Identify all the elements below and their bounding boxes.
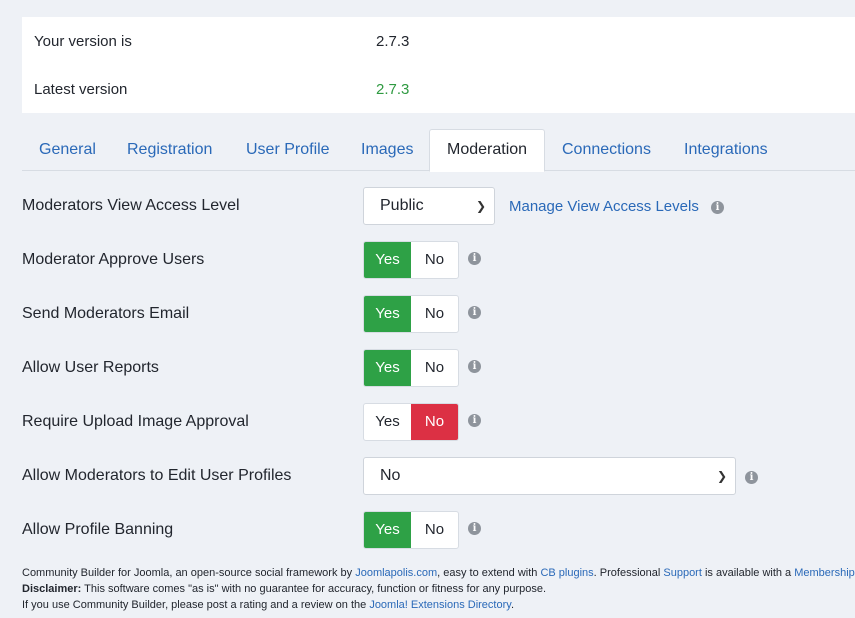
image-approval-yes[interactable]: Yes — [364, 404, 411, 440]
chevron-down-icon: ❯ — [475, 199, 486, 213]
manage-view-access-levels-link[interactable]: Manage View Access Levels — [509, 198, 699, 215]
latest-version-label: Latest version — [34, 81, 128, 98]
jed-link[interactable]: Joomla! Extensions Directory — [369, 599, 511, 611]
row-send-email: Send Moderators Email Yes No i — [22, 295, 852, 333]
footer-text: . Professional — [593, 567, 664, 579]
send-email-label: Send Moderators Email — [22, 305, 190, 322]
info-icon[interactable]: i — [468, 360, 481, 373]
approve-users-toggle: Yes No — [363, 241, 459, 279]
info-icon[interactable]: i — [468, 522, 481, 535]
info-icon[interactable]: i — [745, 471, 758, 484]
tab-user-profile[interactable]: User Profile — [229, 129, 347, 171]
approve-users-yes[interactable]: Yes — [364, 242, 411, 278]
profile-banning-yes[interactable]: Yes — [364, 512, 411, 548]
user-reports-label: Allow User Reports — [22, 359, 159, 376]
view-access-level-value: Public — [380, 197, 424, 214]
row-approve-users: Moderator Approve Users Yes No i — [22, 241, 852, 279]
image-approval-toggle: Yes No — [363, 403, 459, 441]
view-access-level-select-wrap: Public ❯ — [363, 187, 495, 225]
edit-profiles-label: Allow Moderators to Edit User Profiles — [22, 467, 292, 484]
footer-text: Community Builder for Joomla, an open-so… — [22, 567, 356, 579]
image-approval-label: Require Upload Image Approval — [22, 413, 249, 430]
row-profile-banning: Allow Profile Banning Yes No i — [22, 511, 852, 549]
row-view-access-level: Moderators View Access Level Public ❯ Ma… — [22, 187, 852, 225]
info-icon[interactable]: i — [468, 306, 481, 319]
footer: Community Builder for Joomla, an open-so… — [22, 565, 855, 613]
approve-users-label: Moderator Approve Users — [22, 251, 205, 268]
tab-general[interactable]: General — [22, 129, 113, 171]
approve-users-no[interactable]: No — [411, 242, 458, 278]
tab-connections[interactable]: Connections — [545, 129, 668, 171]
footer-text: is available with a — [701, 567, 795, 579]
membership-link[interactable]: Membership — [794, 567, 855, 579]
cb-plugins-link[interactable]: CB plugins — [540, 567, 593, 579]
view-access-level-select[interactable]: Public ❯ — [363, 187, 495, 225]
footer-text: , easy to extend with — [437, 567, 541, 579]
tab-images[interactable]: Images — [344, 129, 430, 171]
info-icon[interactable]: i — [468, 252, 481, 265]
footer-text: . — [510, 599, 514, 611]
footer-line-1: Community Builder for Joomla, an open-so… — [22, 565, 855, 581]
tab-registration[interactable]: Registration — [110, 129, 229, 171]
latest-version-value: 2.7.3 — [376, 81, 410, 98]
row-user-reports: Allow User Reports Yes No i — [22, 349, 852, 387]
chevron-down-icon: ❯ — [716, 469, 727, 483]
current-version-label: Your version is — [34, 33, 132, 50]
disclaimer-text: This software comes "as is" with no guar… — [81, 583, 547, 595]
edit-profiles-value: No — [380, 467, 401, 484]
footer-text: If you use Community Builder, please pos… — [22, 599, 370, 611]
info-icon[interactable]: i — [711, 201, 724, 214]
version-panel: Your version is 2.7.3 Latest version 2.7… — [22, 17, 855, 113]
info-icon[interactable]: i — [468, 414, 481, 427]
row-edit-profiles: Allow Moderators to Edit User Profiles N… — [22, 457, 852, 495]
image-approval-no[interactable]: No — [411, 404, 458, 440]
edit-profiles-select[interactable]: No ❯ — [363, 457, 736, 495]
tab-moderation[interactable]: Moderation — [429, 129, 546, 172]
disclaimer-label: Disclaimer: — [22, 583, 82, 595]
user-reports-toggle: Yes No — [363, 349, 459, 387]
joomlapolis-link[interactable]: Joomlapolis.com — [355, 567, 437, 579]
profile-banning-toggle: Yes No — [363, 511, 459, 549]
user-reports-yes[interactable]: Yes — [364, 350, 411, 386]
view-access-level-label: Moderators View Access Level — [22, 197, 240, 214]
top-strip — [0, 0, 855, 17]
user-reports-no[interactable]: No — [411, 350, 458, 386]
footer-line-3: If you use Community Builder, please pos… — [22, 597, 855, 613]
send-email-yes[interactable]: Yes — [364, 296, 411, 332]
profile-banning-no[interactable]: No — [411, 512, 458, 548]
send-email-no[interactable]: No — [411, 296, 458, 332]
profile-banning-label: Allow Profile Banning — [22, 521, 174, 538]
current-version-value: 2.7.3 — [376, 33, 410, 50]
row-image-approval: Require Upload Image Approval Yes No i — [22, 403, 852, 441]
settings-tabs: General Registration User Profile Images… — [22, 129, 855, 172]
footer-line-2: Disclaimer: This software comes "as is" … — [22, 581, 855, 597]
support-link[interactable]: Support — [663, 567, 702, 579]
tab-integrations[interactable]: Integrations — [667, 129, 785, 171]
send-email-toggle: Yes No — [363, 295, 459, 333]
